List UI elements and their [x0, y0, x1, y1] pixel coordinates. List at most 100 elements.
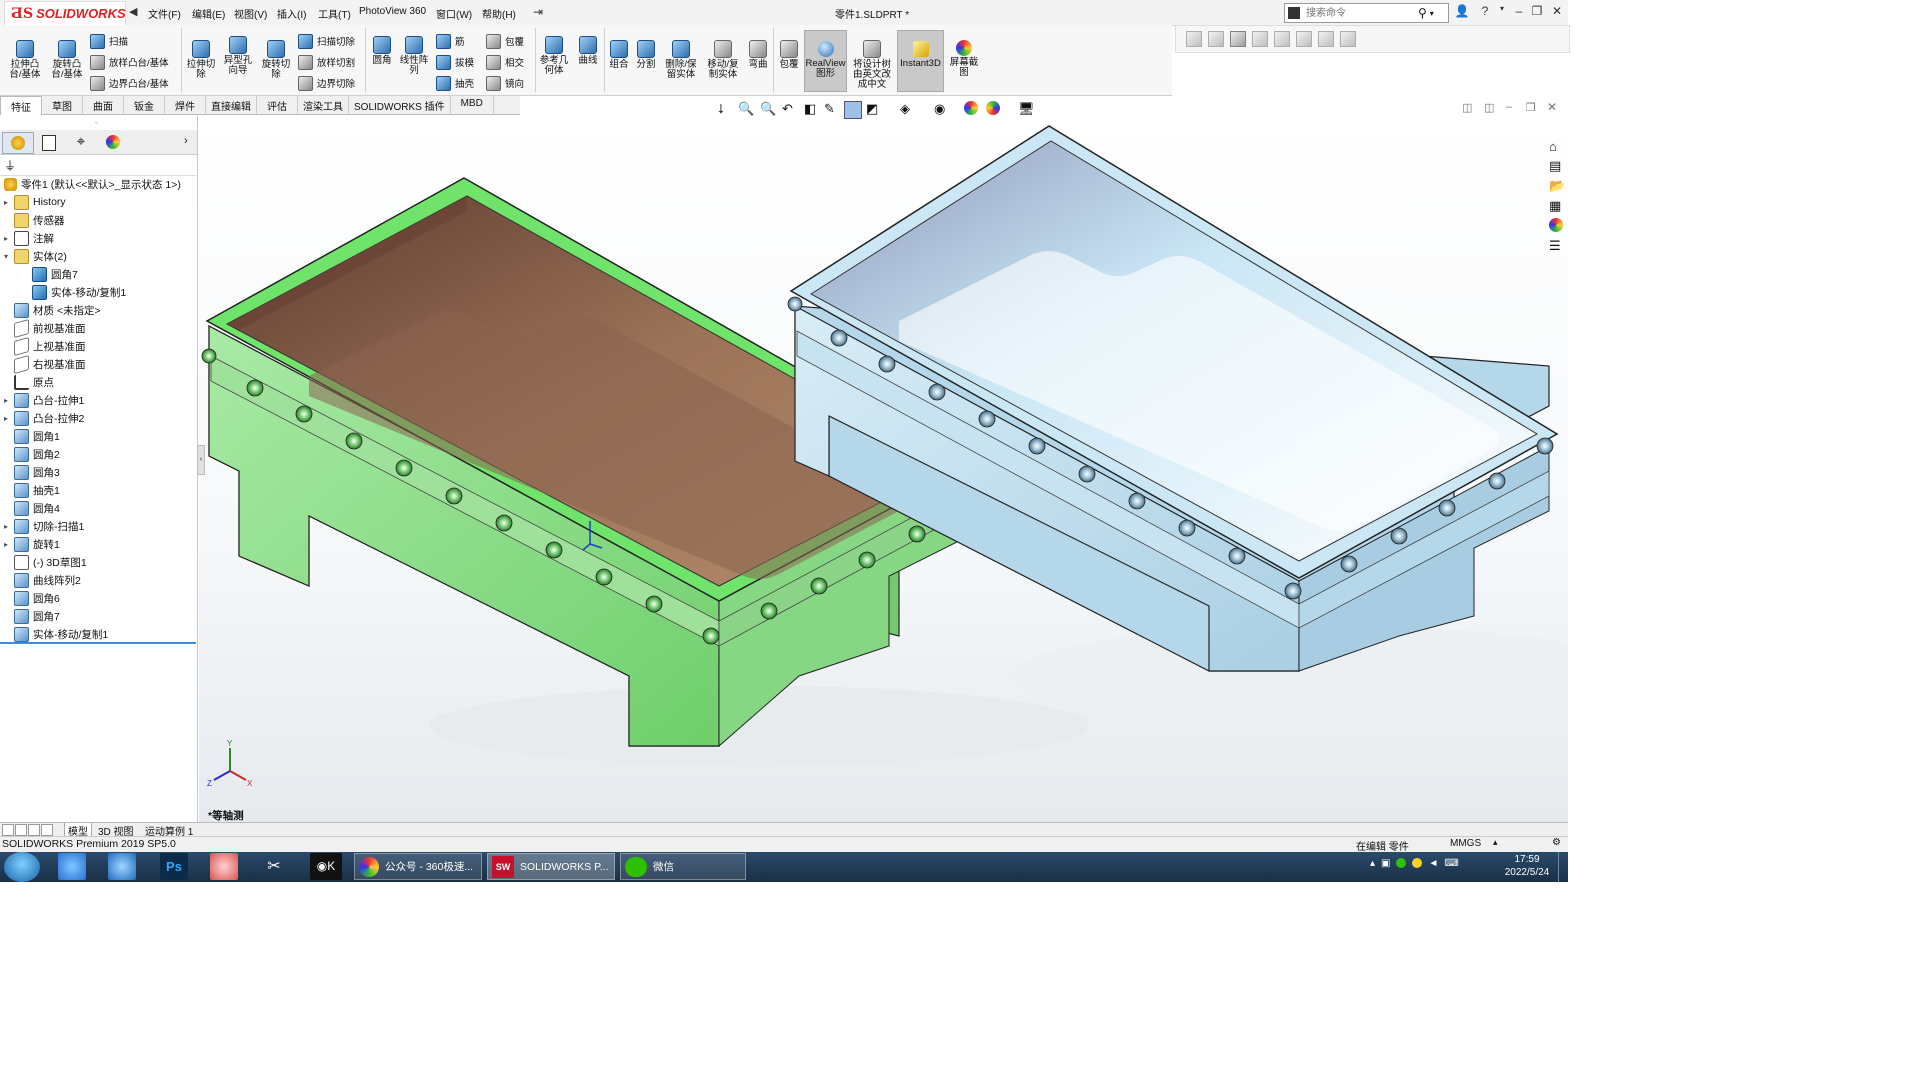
units-dropdown-icon[interactable]: ▴ — [1493, 837, 1498, 848]
annotation-tool-icon[interactable] — [1186, 31, 1202, 47]
filter-icon[interactable]: ⏚ — [4, 157, 16, 174]
expand-panel-arrow-icon[interactable]: › — [184, 135, 188, 147]
tree-item[interactable]: 材质 <未指定> — [4, 301, 194, 319]
taskbar-app-icon[interactable] — [210, 853, 238, 880]
revolve-boss-button[interactable]: 旋转凸台/基体 — [48, 40, 86, 80]
taskbar-window-browser[interactable]: 公众号 - 360极速... — [354, 853, 482, 880]
custom-properties-icon[interactable]: ☰ — [1549, 238, 1567, 254]
design-library-icon[interactable]: ▤ — [1549, 158, 1567, 174]
expand-arrow-icon[interactable]: ▸ — [4, 414, 14, 423]
viewport-restore-icon[interactable]: ❐ — [1526, 101, 1536, 114]
search-icon[interactable]: ⚲ — [1418, 6, 1427, 20]
expand-arrow-icon[interactable]: ▸ — [4, 396, 14, 405]
property-manager-tab[interactable] — [34, 132, 64, 152]
tab-features[interactable]: 特征 — [0, 96, 42, 115]
tray-volume-icon[interactable]: ◄ — [1428, 858, 1438, 869]
rollback-bar[interactable] — [0, 642, 196, 644]
restore-icon[interactable]: ❐ — [1528, 4, 1546, 18]
tab-mbd[interactable]: MBD — [451, 96, 494, 114]
curves-button[interactable]: 曲线 — [574, 36, 602, 66]
menu-photoview[interactable]: PhotoView 360 — [359, 6, 426, 17]
close-icon[interactable]: ✕ — [1548, 4, 1566, 18]
taskbar-clock[interactable]: 17:59 2022/5/24 — [1500, 853, 1554, 879]
split-button[interactable]: 分割 — [634, 40, 658, 70]
instant3d-button[interactable]: Instant3D — [897, 30, 944, 92]
wrap-large-button[interactable]: 包覆 — [777, 40, 801, 70]
zoom-to-fit-icon[interactable]: 🔍 — [738, 101, 754, 116]
tray-network-icon[interactable]: ▣ — [1381, 858, 1390, 869]
tab-sketch[interactable]: 草图 — [42, 96, 83, 114]
feature-manager-tab[interactable] — [2, 132, 34, 154]
zoom-to-area-icon[interactable]: 🔍 — [760, 101, 776, 116]
screen-capture-button[interactable]: 屏幕截图 — [947, 40, 981, 78]
hole-wizard-button[interactable]: 异型孔向导 — [220, 36, 256, 76]
search-box[interactable]: ⚲ ▾ — [1284, 3, 1449, 23]
appearances-scenes-icon[interactable] — [1549, 218, 1563, 232]
tree-item[interactable]: 曲线阵列2 — [4, 571, 194, 589]
tree-item[interactable]: 圆角7 — [4, 265, 194, 283]
display-style-icon[interactable]: ◩ — [866, 101, 882, 116]
wrap-button[interactable]: 包覆 — [486, 33, 524, 49]
configuration-manager-tab[interactable]: ⌖ — [66, 132, 96, 152]
shell-button[interactable]: 抽壳 — [436, 75, 474, 91]
expand-arrow-icon[interactable]: ▸ — [4, 234, 14, 243]
start-button-icon[interactable] — [4, 852, 40, 882]
tab-sheet-metal[interactable]: 钣金 — [124, 96, 165, 114]
tree-item[interactable]: 前视基准面 — [4, 318, 194, 338]
extrude-cut-button[interactable]: 拉伸切除 — [184, 40, 218, 80]
search-dropdown-icon[interactable]: ▾ — [1430, 9, 1434, 18]
tree-item[interactable]: 实体-移动/复制1 — [4, 625, 194, 643]
view-orientation-icon[interactable] — [844, 101, 862, 119]
tree-item[interactable]: 右视基准面 — [4, 354, 194, 374]
help-dropdown-icon[interactable]: ▾ — [1493, 4, 1511, 13]
tree-item[interactable]: ▸ 切除-扫描1 — [4, 517, 194, 535]
tray-wechat-icon[interactable] — [1396, 858, 1407, 868]
tray-expand-icon[interactable]: ▴ — [1370, 858, 1375, 869]
viewport-close-icon[interactable]: ✕ — [1547, 100, 1557, 114]
blue-tray-model[interactable] — [789, 125, 1559, 672]
viewport-tile-left-icon[interactable]: ◫ — [1462, 101, 1472, 114]
hide-show-items-icon[interactable]: ◈ — [900, 101, 916, 116]
annotation-tool-icon[interactable] — [1252, 31, 1268, 47]
tree-item[interactable]: 圆角1 — [4, 427, 194, 445]
tray-keyboard-icon[interactable]: ⌨ — [1444, 858, 1458, 869]
taskbar-window-wechat[interactable]: 微信 — [620, 853, 746, 880]
tree-item[interactable]: 圆角4 — [4, 499, 194, 517]
tree-item[interactable]: 抽壳1 — [4, 481, 194, 499]
taskbar-app-icon[interactable] — [58, 853, 86, 880]
panel-collapse-handle[interactable]: ‹ — [197, 445, 205, 475]
sweep-button[interactable]: 扫描 — [90, 33, 128, 49]
solidworks-resources-icon[interactable]: ⌂ — [1549, 139, 1567, 155]
reference-geometry-button[interactable]: 参考几何体 — [539, 36, 569, 76]
status-options-icon[interactable]: ⚙ — [1552, 837, 1561, 848]
loft-cut-button[interactable]: 放样切割 — [298, 54, 355, 70]
annotation-tool-icon[interactable] — [1318, 31, 1334, 47]
menu-file[interactable]: 文件(F) — [148, 6, 181, 21]
intersect-button[interactable]: 相交 — [486, 54, 524, 70]
rib-button[interactable]: 筋 — [436, 33, 465, 49]
sweep-cut-button[interactable]: 扫描切除 — [298, 33, 355, 49]
menu-collapse-arrow-icon[interactable]: ◀ — [129, 5, 137, 18]
annotation-tool-icon[interactable] — [1208, 31, 1224, 47]
loft-boss-button[interactable]: 放样凸台/基体 — [90, 54, 169, 70]
annotation-tool-icon[interactable] — [1340, 31, 1356, 47]
tree-item[interactable]: 圆角3 — [4, 463, 194, 481]
tab-surfaces[interactable]: 曲面 — [83, 96, 124, 114]
viewport-tile-right-icon[interactable]: ◫ — [1484, 101, 1494, 114]
menu-tools[interactable]: 工具(T) — [318, 6, 351, 21]
solidworks-logo[interactable]: ƋS SOLIDWORKS — [4, 1, 126, 26]
tray-app-icon[interactable] — [1412, 858, 1423, 868]
help-icon[interactable]: ? — [1476, 4, 1494, 18]
show-desktop-button[interactable] — [1558, 852, 1569, 882]
monitor-icon[interactable]: 🖥 — [1018, 101, 1035, 116]
display-manager-tab[interactable] — [98, 132, 128, 152]
tab-weldments[interactable]: 焊件 — [165, 96, 206, 114]
previous-view-icon[interactable]: ↶ — [782, 101, 798, 116]
boundary-boss-button[interactable]: 边界凸台/基体 — [90, 75, 169, 91]
tree-item[interactable]: 原点 — [4, 373, 194, 391]
tree-item[interactable]: 圆角2 — [4, 445, 194, 463]
translate-tree-button[interactable]: 将设计树由英文改成中文 — [851, 40, 893, 90]
tab-solidworks-addins[interactable]: SOLIDWORKS 插件 — [349, 96, 451, 114]
section-view-icon[interactable]: ◧ — [804, 101, 820, 116]
extrude-boss-button[interactable]: 拉伸凸台/基体 — [6, 40, 44, 80]
